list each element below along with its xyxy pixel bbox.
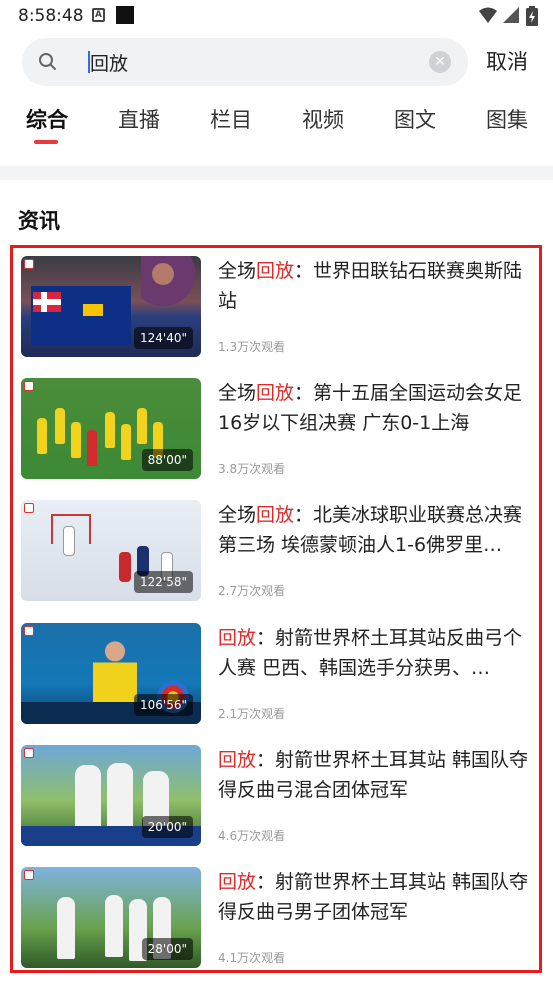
- video-thumbnail[interactable]: 106'56": [21, 623, 201, 724]
- athlete-figure: [141, 256, 196, 316]
- item-title[interactable]: 回放：射箭世界杯土耳其站反曲弓个人赛 巴西、韩国选手分获男、…: [218, 623, 534, 683]
- search-bar[interactable]: ✕: [22, 38, 468, 86]
- list-item[interactable]: 122'58" 全场回放：北美冰球职业联赛总决赛第三场 埃德蒙顿油人1-6佛罗里…: [21, 500, 536, 602]
- item-title[interactable]: 回放：射箭世界杯土耳其站 韩国队夺得反曲弓混合团体冠军: [218, 745, 534, 805]
- cctv-badge-icon: [24, 503, 34, 513]
- a-notification-icon: A: [92, 8, 105, 22]
- view-count: 4.1万次观看: [218, 951, 286, 965]
- item-title[interactable]: 全场回放：第十五届全国运动会女足16岁以下组决赛 广东0-1上海: [218, 378, 534, 438]
- title-rest: ：射箭世界杯土耳其站 韩国队夺得反曲弓男子团体冠军: [218, 871, 529, 923]
- cancel-button[interactable]: 取消: [486, 46, 528, 76]
- list-item[interactable]: 28'00" 回放：射箭世界杯土耳其站 韩国队夺得反曲弓男子团体冠军 4.1万次…: [21, 867, 536, 969]
- section-title: 资讯: [18, 209, 60, 233]
- duration-badge: 106'56": [134, 694, 193, 716]
- cctv-badge-icon: [24, 381, 34, 391]
- search-input[interactable]: [90, 48, 410, 76]
- title-keyword: 回放: [218, 871, 257, 893]
- list-item[interactable]: 20'00" 回放：射箭世界杯土耳其站 韩国队夺得反曲弓混合团体冠军 4.6万次…: [21, 745, 536, 847]
- video-thumbnail[interactable]: 122'58": [21, 500, 201, 601]
- player-figure: [55, 408, 65, 444]
- category-tabs: 综合 直播 栏目 视频 图文 图集: [0, 100, 553, 148]
- tab-articles[interactable]: 图文: [394, 104, 436, 134]
- duration-badge: 88'00": [141, 449, 193, 471]
- active-tab-indicator: [34, 140, 58, 144]
- title-keyword: 回放: [218, 627, 257, 649]
- item-title[interactable]: 全场回放：北美冰球职业联赛总决赛第三场 埃德蒙顿油人1-6佛罗里…: [218, 500, 534, 560]
- title-keyword: 回放: [256, 382, 295, 404]
- status-bar: 8:58:48 A: [0, 0, 553, 32]
- section-divider: [0, 166, 553, 180]
- title-keyword: 回放: [218, 749, 257, 771]
- title-keyword: 回放: [256, 260, 295, 282]
- list-item[interactable]: 88'00" 全场回放：第十五届全国运动会女足16岁以下组决赛 广东0-1上海 …: [21, 378, 536, 480]
- title-rest: ：射箭世界杯土耳其站 韩国队夺得反曲弓混合团体冠军: [218, 749, 529, 801]
- cctv-badge-icon: [24, 626, 34, 636]
- cctv-badge-icon: [24, 748, 34, 758]
- status-time: 8:58:48: [18, 6, 84, 26]
- cellular-signal-icon: [503, 7, 519, 23]
- cctv-badge-icon: [24, 870, 34, 880]
- title-prefix: 全场: [218, 504, 257, 526]
- player-figure: [37, 418, 47, 454]
- player-figure: [87, 430, 97, 466]
- tab-live[interactable]: 直播: [118, 104, 160, 134]
- title-keyword: 回放: [256, 504, 295, 526]
- tab-comprehensive[interactable]: 综合: [26, 104, 68, 134]
- square-notification-icon: [116, 6, 134, 24]
- list-item[interactable]: 106'56" 回放：射箭世界杯土耳其站反曲弓个人赛 巴西、韩国选手分获男、… …: [21, 623, 536, 725]
- search-icon: [39, 53, 56, 70]
- athlete-figure: [105, 895, 123, 957]
- video-thumbnail[interactable]: 20'00": [21, 745, 201, 846]
- player-figure: [121, 424, 131, 460]
- video-thumbnail[interactable]: 28'00": [21, 867, 201, 968]
- goalie-figure: [63, 526, 75, 556]
- cctv-badge-icon: [24, 259, 34, 269]
- view-count: 4.6万次观看: [218, 829, 286, 843]
- athlete-figure: [57, 897, 75, 959]
- tab-video[interactable]: 视频: [302, 104, 344, 134]
- video-thumbnail[interactable]: 124'40": [21, 256, 201, 357]
- view-count: 2.1万次观看: [218, 707, 286, 721]
- list-item[interactable]: 124'40" 全场回放：世界田联钻石联赛奥斯陆站 1.3万次观看: [21, 256, 536, 358]
- wifi-icon: [479, 7, 497, 23]
- clear-search-icon[interactable]: ✕: [429, 51, 451, 73]
- item-title[interactable]: 全场回放：世界田联钻石联赛奥斯陆站: [218, 256, 534, 316]
- player-figure: [119, 552, 131, 582]
- player-figure: [105, 412, 115, 448]
- player-figure: [71, 422, 81, 458]
- title-prefix: 全场: [218, 382, 257, 404]
- tab-columns[interactable]: 栏目: [210, 104, 252, 134]
- record-badge: [83, 304, 103, 316]
- duration-badge: 122'58": [134, 571, 193, 593]
- title-rest: ：射箭世界杯土耳其站反曲弓个人赛 巴西、韩国选手分获男、…: [218, 627, 523, 679]
- player-figure: [137, 408, 147, 444]
- item-title[interactable]: 回放：射箭世界杯土耳其站 韩国队夺得反曲弓男子团体冠军: [218, 867, 534, 927]
- view-count: 1.3万次观看: [218, 340, 286, 354]
- view-count: 2.7万次观看: [218, 584, 286, 598]
- duration-badge: 124'40": [134, 327, 193, 349]
- norway-flag: [33, 292, 61, 312]
- athlete-figure: [75, 765, 101, 835]
- battery-icon: [526, 6, 538, 26]
- video-thumbnail[interactable]: 88'00": [21, 378, 201, 479]
- view-count: 3.8万次观看: [218, 462, 286, 476]
- duration-badge: 28'00": [141, 938, 193, 960]
- athlete-figure: [107, 763, 133, 833]
- title-prefix: 全场: [218, 260, 257, 282]
- tab-galleries[interactable]: 图集: [486, 104, 528, 134]
- duration-badge: 20'00": [141, 816, 193, 838]
